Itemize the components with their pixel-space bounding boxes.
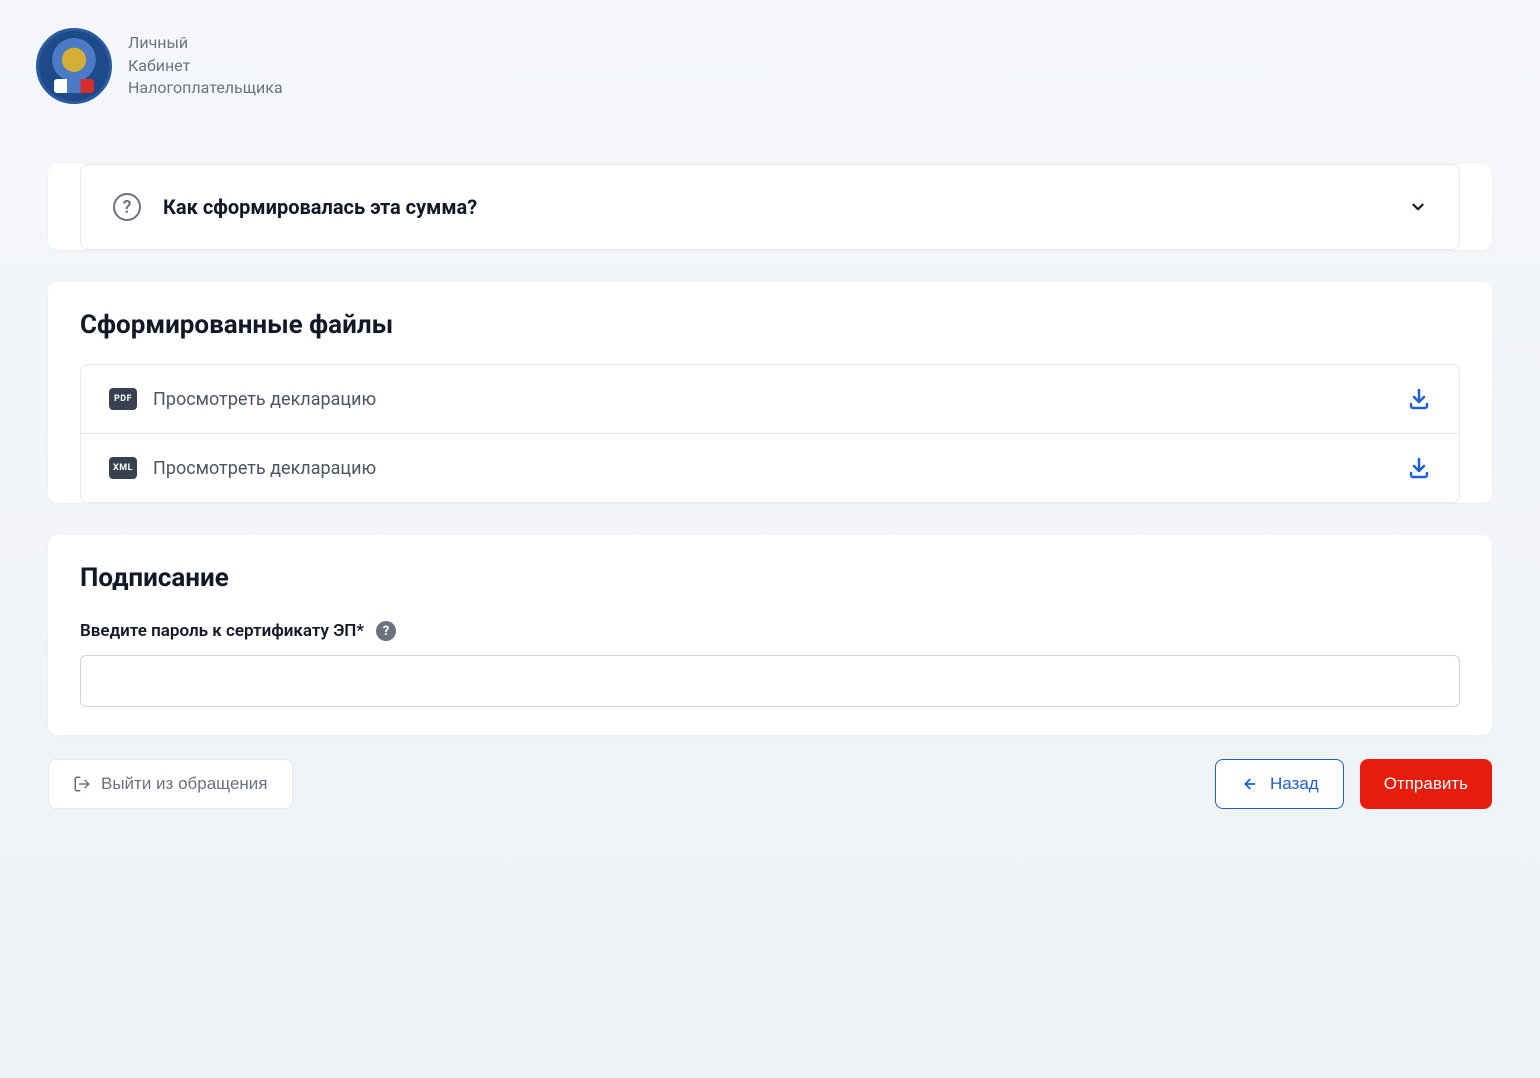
pdf-badge-icon: PDF <box>109 388 137 410</box>
file-row-pdf[interactable]: PDF Просмотреть декларацию <box>81 365 1459 433</box>
signing-card: Подписание Введите пароль к сертификату … <box>48 535 1492 735</box>
back-button[interactable]: Назад <box>1215 759 1344 809</box>
help-icon[interactable]: ? <box>376 621 396 641</box>
files-section-title: Сформированные файлы <box>48 282 1492 340</box>
password-field-label: Введите пароль к сертификату ЭП* <box>80 621 364 641</box>
submit-button[interactable]: Отправить <box>1360 759 1492 809</box>
chevron-down-icon <box>1409 198 1427 216</box>
footer-actions: Выйти из обращения Назад Отправить <box>48 759 1492 809</box>
xml-badge-icon: XML <box>109 457 137 479</box>
exit-button-label: Выйти из обращения <box>101 774 268 794</box>
file-row-xml[interactable]: XML Просмотреть декларацию <box>81 433 1459 502</box>
header-line-3: Налогоплательщика <box>128 77 283 99</box>
file-list: PDF Просмотреть декларацию XML Просмотре… <box>80 364 1460 503</box>
header-line-1: Личный <box>128 32 283 54</box>
question-icon: ? <box>113 193 141 221</box>
fns-logo <box>36 28 112 104</box>
arrow-left-icon <box>1240 776 1260 792</box>
download-icon[interactable] <box>1407 387 1431 411</box>
app-header: Личный Кабинет Налогоплательщика <box>0 0 1540 132</box>
exit-button[interactable]: Выйти из обращения <box>48 759 293 809</box>
submit-button-label: Отправить <box>1384 774 1468 794</box>
header-line-2: Кабинет <box>128 55 283 77</box>
generated-files-card: Сформированные файлы PDF Просмотреть дек… <box>48 282 1492 503</box>
file-label: Просмотреть декларацию <box>153 389 376 410</box>
download-icon[interactable] <box>1407 456 1431 480</box>
header-title: Личный Кабинет Налогоплательщика <box>128 32 283 99</box>
exit-icon <box>73 775 91 793</box>
file-label: Просмотреть декларацию <box>153 458 376 479</box>
sum-explanation-toggle[interactable]: ? Как сформировалась эта сумма? <box>80 164 1460 250</box>
back-button-label: Назад <box>1270 774 1319 794</box>
certificate-password-input[interactable] <box>80 655 1460 707</box>
signing-section-title: Подписание <box>80 563 1460 593</box>
sum-explanation-card: ? Как сформировалась эта сумма? <box>48 164 1492 250</box>
accordion-title: Как сформировалась эта сумма? <box>163 195 477 219</box>
